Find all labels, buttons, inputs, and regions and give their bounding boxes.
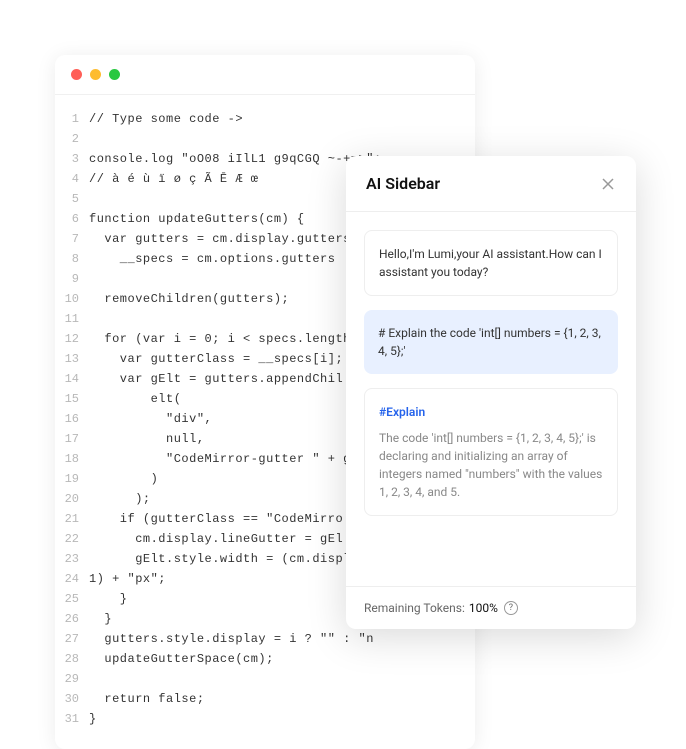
code-line[interactable]: elt( [89,389,382,409]
line-number: 20 [55,489,79,509]
line-number: 5 [55,189,79,209]
line-number: 19 [55,469,79,489]
response-text: The code 'int[] numbers = {1, 2, 3, 4, 5… [379,429,603,501]
line-number: 29 [55,669,79,689]
line-number: 4 [55,169,79,189]
tokens-label: Remaining Tokens: [364,601,465,615]
code-line[interactable]: // Type some code -> [89,109,382,129]
line-number: 6 [55,209,79,229]
ai-sidebar-panel: AI Sidebar Hello,I'm Lumi,your AI assist… [346,156,636,629]
ai-greeting-message: Hello,I'm Lumi,your AI assistant.How can… [364,230,618,296]
code-line[interactable]: null, [89,429,382,449]
line-number: 24 [55,569,79,589]
code-line[interactable]: } [89,709,382,729]
code-line[interactable]: // à é ù ï ø ç Ã Ē Æ œ [89,169,382,189]
line-number: 25 [55,589,79,609]
window-controls [55,55,475,95]
code-line[interactable]: var gutterClass = __specs[i]; [89,349,382,369]
line-number: 8 [55,249,79,269]
line-number: 13 [55,349,79,369]
line-number: 9 [55,269,79,289]
help-icon[interactable]: ? [504,601,518,615]
response-heading: #Explain [379,403,603,421]
code-line[interactable]: console.log "oO08 iIlL1 g9qCGQ ~-+=>"; [89,149,382,169]
line-number: 23 [55,549,79,569]
code-line[interactable]: if (gutterClass == "CodeMirro [89,509,382,529]
line-number: 16 [55,409,79,429]
line-number: 22 [55,529,79,549]
line-number: 15 [55,389,79,409]
code-line[interactable]: var gElt = gutters.appendChil [89,369,382,389]
code-line[interactable]: gElt.style.width = (cm.displ [89,549,382,569]
line-number: 18 [55,449,79,469]
ai-sidebar-title: AI Sidebar [366,174,440,193]
line-number: 27 [55,629,79,649]
code-line[interactable] [89,269,382,289]
ai-response-message: #Explain The code 'int[] numbers = {1, 2… [364,388,618,516]
maximize-window-button[interactable] [109,69,120,80]
line-number: 1 [55,109,79,129]
tokens-value: 100% [469,601,498,615]
ai-sidebar-header: AI Sidebar [346,156,636,212]
line-number: 10 [55,289,79,309]
code-line[interactable]: function updateGutters(cm) { [89,209,382,229]
line-number: 30 [55,689,79,709]
code-line[interactable]: for (var i = 0; i < specs.length; + [89,329,382,349]
code-line[interactable]: var gutters = cm.display.gutters [89,229,382,249]
user-query-message: # Explain the code 'int[] numbers = {1, … [364,310,618,374]
line-number: 2 [55,129,79,149]
code-line[interactable]: "div", [89,409,382,429]
code-line[interactable]: cm.display.lineGutter = gEl [89,529,382,549]
close-icon [600,176,616,192]
ai-sidebar-body: Hello,I'm Lumi,your AI assistant.How can… [346,212,636,586]
line-number: 28 [55,649,79,669]
code-line[interactable] [89,669,382,689]
code-line[interactable]: ) [89,469,382,489]
close-sidebar-button[interactable] [600,176,616,192]
code-line[interactable]: ); [89,489,382,509]
line-number: 3 [55,149,79,169]
code-line[interactable]: removeChildren(gutters); [89,289,382,309]
code-content[interactable]: // Type some code -> console.log "oO08 i… [89,109,382,729]
line-number: 12 [55,329,79,349]
line-number: 11 [55,309,79,329]
line-number: 14 [55,369,79,389]
line-number-gutter: 1234567891011121314151617181920212223242… [55,109,89,729]
close-window-button[interactable] [71,69,82,80]
code-line[interactable]: updateGutterSpace(cm); [89,649,382,669]
line-number: 17 [55,429,79,449]
line-number: 7 [55,229,79,249]
code-line[interactable]: __specs = cm.options.gutters [89,249,382,269]
code-line[interactable] [89,309,382,329]
line-number: 21 [55,509,79,529]
code-line[interactable]: } [89,609,382,629]
line-number: 31 [55,709,79,729]
ai-sidebar-footer: Remaining Tokens: 100% ? [346,586,636,629]
code-line[interactable]: 1) + "px"; [89,569,382,589]
code-line[interactable]: } [89,589,382,609]
code-line[interactable] [89,189,382,209]
line-number: 26 [55,609,79,629]
code-line[interactable] [89,129,382,149]
code-line[interactable]: gutters.style.display = i ? "" : "n [89,629,382,649]
code-line[interactable]: return false; [89,689,382,709]
minimize-window-button[interactable] [90,69,101,80]
code-line[interactable]: "CodeMirror-gutter " + g [89,449,382,469]
